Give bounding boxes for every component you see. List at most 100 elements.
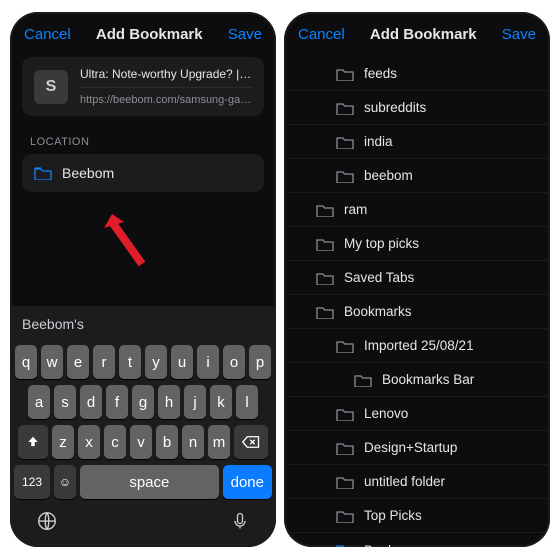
folder-row[interactable]: Bookmarks Bar [284,363,550,397]
folder-label: Saved Tabs [344,270,414,285]
folder-row[interactable]: beebom [284,159,550,193]
key-b[interactable]: b [156,425,178,459]
folder-icon [316,305,334,319]
location-row[interactable]: Beebom [22,154,264,192]
key-c[interactable]: c [104,425,126,459]
key-q[interactable]: q [15,345,37,379]
suggestion-word[interactable]: Beebom's [22,316,264,332]
key-r[interactable]: r [93,345,115,379]
key-h[interactable]: h [158,385,180,419]
folder-row[interactable]: Imported 25/08/21 [284,329,550,363]
folder-icon [336,339,354,353]
folder-icon [316,203,334,217]
key-p[interactable]: p [249,345,271,379]
folder-row[interactable]: Top Picks [284,499,550,533]
folder-icon [336,509,354,523]
key-j[interactable]: j [184,385,206,419]
key-i[interactable]: i [197,345,219,379]
folder-icon [316,237,334,251]
folder-icon [336,135,354,149]
folder-label: beebom [364,168,413,183]
key-z[interactable]: z [52,425,74,459]
folder-row[interactable]: Saved Tabs [284,261,550,295]
folder-label: ram [344,202,367,217]
left-screenshot: Cancel Add Bookmark Save S Ultra: Note-w… [10,12,276,547]
folder-label: subreddits [364,100,426,115]
key-v[interactable]: v [130,425,152,459]
mic-icon[interactable] [230,510,250,537]
location-folder-name: Beebom [62,165,114,181]
delete-key[interactable] [234,425,268,459]
folder-row[interactable]: ram [284,193,550,227]
navbar: Cancel Add Bookmark Save [10,12,276,53]
key-d[interactable]: d [80,385,102,419]
folder-label: india [364,134,393,149]
page-title: Add Bookmark [370,26,477,43]
navbar: Cancel Add Bookmark Save [284,12,550,53]
key-n[interactable]: n [182,425,204,459]
folder-icon [354,373,372,387]
bookmark-title-field[interactable]: Ultra: Note-worthy Upgrade? | Beebom [80,67,252,81]
cancel-button[interactable]: Cancel [24,26,71,43]
folder-row[interactable]: feeds [284,57,550,91]
folder-label: My top picks [344,236,419,251]
folder-tree: feeds subreddits india beebom ram My top pick… [284,57,550,547]
page-title: Add Bookmark [96,26,203,43]
save-button[interactable]: Save [502,26,536,43]
save-button[interactable]: Save [228,26,262,43]
folder-label: Beebom [364,543,414,548]
folder-row[interactable]: Lenovo [284,397,550,431]
globe-icon[interactable] [36,510,58,537]
key-x[interactable]: x [78,425,100,459]
folder-row[interactable]: india [284,125,550,159]
folder-icon [336,101,354,115]
emoji-key[interactable]: ☺ [54,465,76,499]
key-g[interactable]: g [132,385,154,419]
key-a[interactable]: a [28,385,50,419]
folder-label: untitled folder [364,474,445,489]
key-y[interactable]: y [145,345,167,379]
check-icon: ✓ [527,542,538,547]
folder-label: Bookmarks Bar [382,372,474,387]
key-l[interactable]: l [236,385,258,419]
folder-icon [336,475,354,489]
folder-row[interactable]: Bookmarks [284,295,550,329]
folder-icon [336,543,354,547]
folder-icon [336,67,354,81]
folder-label: feeds [364,66,397,81]
key-m[interactable]: m [208,425,230,459]
folder-icon [34,166,52,180]
folder-row[interactable]: untitled folder [284,465,550,499]
key-f[interactable]: f [106,385,128,419]
key-e[interactable]: e [67,345,89,379]
location-label: LOCATION [30,136,256,148]
done-key[interactable]: done [223,465,272,499]
folder-row[interactable]: Design+Startup [284,431,550,465]
key-k[interactable]: k [210,385,232,419]
right-screenshot: Cancel Add Bookmark Save feeds subreddits… [284,12,550,547]
suggestion-bar[interactable]: Beebom's [10,312,276,342]
folder-row[interactable]: Beebom ✓ [284,533,550,547]
cancel-button[interactable]: Cancel [298,26,345,43]
folder-label: Design+Startup [364,440,457,455]
key-w[interactable]: w [41,345,63,379]
folder-label: Bookmarks [344,304,412,319]
favicon: S [34,70,68,104]
key-s[interactable]: s [54,385,76,419]
space-key[interactable]: space [80,465,219,499]
key-t[interactable]: t [119,345,141,379]
shift-key[interactable] [18,425,48,459]
bookmark-card: S Ultra: Note-worthy Upgrade? | Beebom h… [22,57,264,116]
key-o[interactable]: o [223,345,245,379]
folder-icon [336,441,354,455]
keyboard: Beebom's qwertyuiop asdfghjkl zxcvbnm 12… [10,306,276,547]
folder-label: Imported 25/08/21 [364,338,474,353]
folder-icon [336,407,354,421]
folder-row[interactable]: My top picks [284,227,550,261]
folder-label: Lenovo [364,406,408,421]
folder-row[interactable]: subreddits [284,91,550,125]
key-u[interactable]: u [171,345,193,379]
bookmark-url-field[interactable]: https://beebom.com/samsung-galaxy-s... [80,87,252,106]
mode-key[interactable]: 123 [14,465,50,499]
annotation-arrow [102,214,152,269]
